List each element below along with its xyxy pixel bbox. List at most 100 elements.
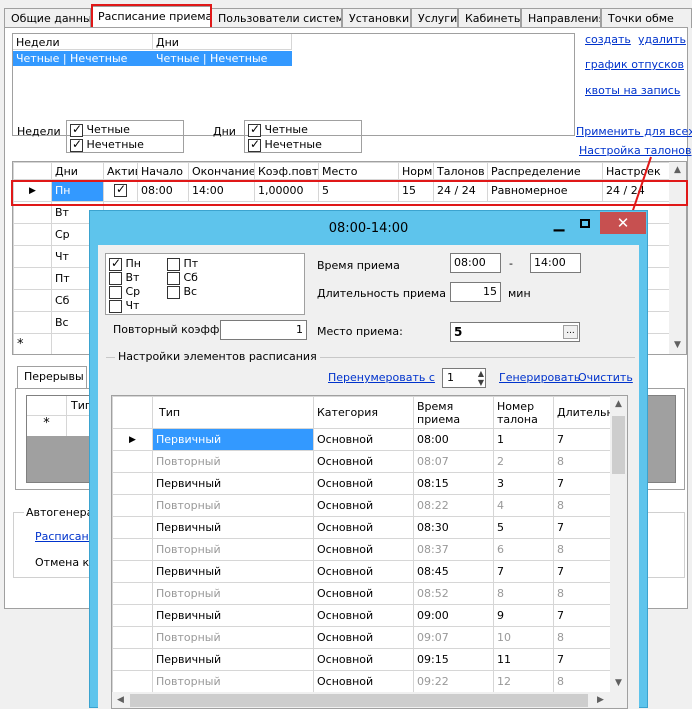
minimize-icon[interactable]: ▁ <box>546 213 572 235</box>
col-type[interactable]: Тип <box>152 396 314 429</box>
category-cell[interactable]: Основной <box>313 494 414 517</box>
time-cell[interactable]: 09:22 <box>413 670 494 693</box>
tab-settings[interactable]: Установки <box>342 8 411 28</box>
table-row[interactable]: Повторный Основной 09:22 12 8 <box>112 670 613 693</box>
col-days[interactable]: Дни <box>51 162 104 180</box>
tab-cabinets[interactable]: Кабинеты <box>458 8 521 28</box>
day-mon-checkbox[interactable] <box>109 256 122 271</box>
table-row[interactable]: Первичный Основной 09:15 11 7 <box>112 648 613 671</box>
weeks-even-checkbox[interactable] <box>70 122 83 137</box>
vacation-link[interactable]: график отпусков <box>585 58 684 71</box>
table-row[interactable]: Первичный Основной 09:00 9 7 <box>112 604 613 627</box>
col-duration[interactable]: Длительно <box>553 396 613 429</box>
time-to-input[interactable]: 14:00 <box>530 253 581 273</box>
breaks-new-row[interactable]: * <box>27 416 67 436</box>
apply-all-link[interactable]: Применить для всех <box>576 125 692 138</box>
vscroll-thumb[interactable] <box>612 416 625 474</box>
col-place[interactable]: Место <box>318 162 399 180</box>
number-cell[interactable]: 2 <box>493 450 554 473</box>
type-cell[interactable]: Первичный <box>152 560 314 583</box>
weeks-cell[interactable]: Четные | Нечетные <box>13 51 153 66</box>
col-weeks-header[interactable]: Недели <box>13 34 153 50</box>
tab-exchange-points[interactable]: Точки обме <box>601 8 692 28</box>
duration-input[interactable]: 15 <box>450 282 501 302</box>
type-cell[interactable]: Повторный <box>152 494 314 517</box>
col-norm[interactable]: Норм <box>398 162 434 180</box>
number-cell[interactable]: 12 <box>493 670 554 693</box>
number-cell[interactable]: 3 <box>493 472 554 495</box>
duration-cell[interactable]: 7 <box>553 604 613 627</box>
scroll-down-icon[interactable]: ▼ <box>669 337 686 354</box>
maximize-icon[interactable] <box>572 213 598 235</box>
stepper-down-icon[interactable]: ▼ <box>478 378 484 387</box>
ticket-hscrollbar[interactable]: ◀ ▶ <box>112 692 627 708</box>
time-cell[interactable]: 08:22 <box>413 494 494 517</box>
category-cell[interactable]: Основной <box>313 626 414 649</box>
create-link[interactable]: создать <box>585 33 631 46</box>
duration-cell[interactable]: 8 <box>553 450 613 473</box>
col-active[interactable]: Актив <box>103 162 138 180</box>
type-cell[interactable]: Повторный <box>152 582 314 605</box>
category-cell[interactable]: Основной <box>313 472 414 495</box>
time-cell[interactable]: 08:00 <box>413 428 494 451</box>
day-sat-checkbox[interactable] <box>167 271 180 285</box>
duration-cell[interactable]: 8 <box>553 670 613 693</box>
type-cell[interactable]: Повторный <box>152 626 314 649</box>
duration-cell[interactable]: 7 <box>553 516 613 539</box>
table-row[interactable]: Повторный Основной 08:22 4 8 <box>112 494 613 517</box>
hscroll-thumb[interactable] <box>130 694 588 707</box>
days-even-checkbox[interactable] <box>248 122 261 137</box>
category-cell[interactable]: Основной <box>313 428 414 451</box>
category-cell[interactable]: Основной <box>313 648 414 671</box>
time-cell[interactable]: 08:15 <box>413 472 494 495</box>
ticket-vscrollbar[interactable]: ▲ ▼ <box>610 396 627 692</box>
col-category[interactable]: Категория <box>313 396 414 429</box>
duration-cell[interactable]: 8 <box>553 538 613 561</box>
day-wed-checkbox[interactable] <box>109 285 122 299</box>
time-cell[interactable]: 08:45 <box>413 560 494 583</box>
time-cell[interactable]: 08:37 <box>413 538 494 561</box>
number-cell[interactable]: 5 <box>493 516 554 539</box>
col-distribution[interactable]: Распределение <box>487 162 603 180</box>
category-cell[interactable]: Основной <box>313 516 414 539</box>
tab-services[interactable]: Услуги <box>411 8 458 28</box>
dialog-titlebar[interactable]: 08:00-14:00 ▁ ✕ <box>90 211 647 245</box>
ticket-grid[interactable]: Тип Категория Время приема Номер талона … <box>111 395 628 709</box>
number-cell[interactable]: 7 <box>493 560 554 583</box>
number-cell[interactable]: 9 <box>493 604 554 627</box>
table-row[interactable]: Первичный Основной 08:45 7 7 <box>112 560 613 583</box>
days-odd-checkbox[interactable] <box>248 137 261 152</box>
day-sun-checkbox[interactable] <box>167 285 180 299</box>
tab-breaks[interactable]: Перерывы <box>17 366 87 388</box>
days-cell[interactable]: Четные | Нечетные <box>153 51 292 66</box>
generate-link[interactable]: Генерировать <box>499 371 580 384</box>
time-from-input[interactable]: 08:00 <box>450 253 501 273</box>
stepper-up-icon[interactable]: ▲ <box>478 369 484 378</box>
table-row[interactable]: Повторный Основной 08:52 8 8 <box>112 582 613 605</box>
time-cell[interactable]: 09:07 <box>413 626 494 649</box>
col-days-header[interactable]: Дни <box>153 34 292 50</box>
type-cell[interactable]: Первичный <box>152 604 314 627</box>
type-cell[interactable]: Первичный <box>152 516 314 539</box>
type-cell[interactable]: Первичный <box>152 472 314 495</box>
table-row[interactable]: Первичный Основной 08:15 3 7 <box>112 472 613 495</box>
category-cell[interactable]: Основной <box>313 670 414 693</box>
duration-cell[interactable]: 8 <box>553 626 613 649</box>
col-tickets[interactable]: Талонов <box>433 162 488 180</box>
table-row[interactable]: Повторный Основной 08:37 6 8 <box>112 538 613 561</box>
time-cell[interactable]: 08:07 <box>413 450 494 473</box>
col-number[interactable]: Номер талона <box>493 396 554 429</box>
number-cell[interactable]: 1 <box>493 428 554 451</box>
table-row[interactable]: Первичный Основной 08:30 5 7 <box>112 516 613 539</box>
type-cell[interactable]: Первичный <box>152 648 314 671</box>
vscroll-down-icon[interactable]: ▼ <box>610 675 627 692</box>
category-cell[interactable]: Основной <box>313 582 414 605</box>
duration-cell[interactable]: 7 <box>553 648 613 671</box>
category-cell[interactable]: Основной <box>313 450 414 473</box>
hscroll-left-icon[interactable]: ◀ <box>112 692 129 708</box>
number-cell[interactable]: 8 <box>493 582 554 605</box>
day-tue-checkbox[interactable] <box>109 271 122 285</box>
vscroll-up-icon[interactable]: ▲ <box>610 396 627 413</box>
type-cell[interactable]: Повторный <box>152 450 314 473</box>
clear-link[interactable]: Очистить <box>578 371 633 384</box>
